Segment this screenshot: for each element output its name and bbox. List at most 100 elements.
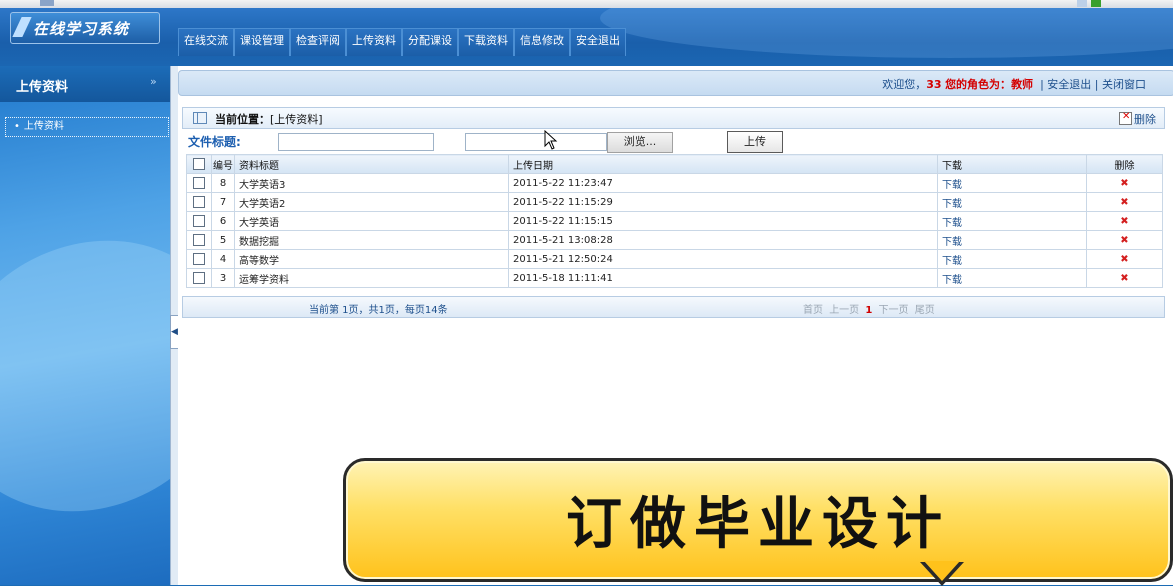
breadcrumb: 当前位置：[上传资料] 删除 [182,107,1165,129]
row-title: 大学英语 [234,211,509,231]
next-page-link[interactable]: 下一页 [879,305,909,316]
row-delete-icon[interactable]: ✖ [1086,192,1163,212]
select-all-cell [186,154,212,174]
bullet-icon: • [14,121,20,132]
table-row: 4 高等数学 2011-5-21 12:50:24 下载 ✖ [186,249,1163,269]
row-date: 2011-5-22 11:15:29 [508,192,938,212]
nav-item-course-design[interactable]: 课设管理 [234,28,290,56]
sidebar-decoration [0,188,170,564]
row-select-cell [186,173,212,193]
current-page: 1 [865,305,873,316]
nav-item-review[interactable]: 检查评阅 [290,28,346,56]
sidebar-item-upload[interactable]: • 上传资料 [5,117,169,137]
browse-button[interactable]: 浏览... [607,132,673,153]
first-page-link[interactable]: 首页 [803,305,823,316]
panel-icon [193,112,207,124]
nav-item-chat[interactable]: 在线交流 [178,28,234,56]
row-checkbox[interactable] [193,177,205,189]
row-delete-icon[interactable]: ✖ [1086,230,1163,250]
pagination-links: 首页 上一页 1 下一页 尾页 [803,301,938,316]
separator: | [1040,78,1044,91]
file-path-input[interactable] [465,133,607,151]
prev-page-link[interactable]: 上一页 [829,305,859,316]
materials-table: 编号 资料标题 上传日期 下载 删除 8 大学英语3 2011-5-22 11:… [186,154,1163,288]
close-window-link[interactable]: 关闭窗口 [1102,78,1146,91]
table-row: 3 运筹学资料 2011-5-18 11:11:41 下载 ✖ [186,268,1163,288]
logo-mark-icon [12,17,32,37]
welcome-text: 欢迎您，33 您的角色为：教师 | 安全退出 | 关闭窗口 [882,76,1146,92]
sidebar-title: 上传资料 [16,80,69,95]
row-checkbox[interactable] [193,234,205,246]
promo-banner-text: 订做毕业设计 [566,492,950,557]
col-delete: 删除 [1086,154,1163,174]
welcome-bar: 欢迎您，33 您的角色为：教师 | 安全退出 | 关闭窗口 [178,70,1173,96]
row-title: 高等数学 [234,249,509,269]
nav-item-download[interactable]: 下载资料 [458,28,514,56]
breadcrumb-path: [上传资料] [270,113,323,126]
table-row: 6 大学英语 2011-5-22 11:15:15 下载 ✖ [186,211,1163,231]
sidebar: 上传资料 » • 上传资料 [0,66,170,585]
row-delete-icon[interactable]: ✖ [1086,173,1163,193]
row-id: 5 [211,230,235,250]
nav-item-assign[interactable]: 分配课设 [402,28,458,56]
breadcrumb-text: 当前位置：[上传资料] [215,111,323,127]
file-title-input[interactable] [278,133,434,151]
user-name: 33 [926,78,942,91]
row-download-link[interactable]: 下载 [937,173,1087,193]
separator: | [1094,78,1099,91]
sidebar-header[interactable]: 上传资料 » [0,66,170,102]
row-date: 2011-5-21 12:50:24 [508,249,938,269]
app-logo: 在线学习系统 [10,12,160,44]
select-all-checkbox[interactable] [193,158,205,170]
row-download-link[interactable]: 下载 [937,249,1087,269]
upload-button[interactable]: 上传 [727,131,783,153]
sidebar-item-label: 上传资料 [23,121,64,132]
delete-selected-button[interactable]: 删除 [1119,111,1156,127]
row-id: 3 [211,268,235,288]
row-date: 2011-5-22 11:23:47 [508,173,938,193]
row-title: 运筹学资料 [234,268,509,288]
row-download-link[interactable]: 下载 [937,211,1087,231]
promo-banner: 订做毕业设计 [343,458,1173,582]
file-title-label: 文件标题: [188,135,241,149]
breadcrumb-label: 当前位置： [215,113,270,126]
logout-link[interactable]: 安全退出 [1047,78,1091,91]
col-date: 上传日期 [508,154,938,174]
row-delete-icon[interactable]: ✖ [1086,249,1163,269]
nav-item-upload[interactable]: 上传资料 [346,28,402,56]
col-title: 资料标题 [234,154,509,174]
row-date: 2011-5-18 11:11:41 [508,268,938,288]
row-title: 大学英语3 [234,173,509,193]
row-date: 2011-5-21 13:08:28 [508,230,938,250]
go-icon[interactable] [1091,0,1101,7]
banner-tail-fill [924,561,960,581]
nav-item-profile[interactable]: 信息修改 [514,28,570,56]
delete-icon [1119,111,1132,125]
header-swoosh-decoration [600,8,1173,58]
row-checkbox[interactable] [193,253,205,265]
row-checkbox[interactable] [193,215,205,227]
row-download-link[interactable]: 下载 [937,230,1087,250]
welcome-prefix: 欢迎您， [882,78,927,91]
row-checkbox[interactable] [193,272,205,284]
row-id: 7 [211,192,235,212]
row-select-cell [186,249,212,269]
user-role: 教师 [1011,78,1034,91]
col-id: 编号 [211,154,235,174]
table-header-row: 编号 资料标题 上传日期 下载 删除 [186,154,1163,174]
last-page-link[interactable]: 尾页 [915,305,935,316]
row-title: 数据挖掘 [234,230,509,250]
row-delete-icon[interactable]: ✖ [1086,211,1163,231]
row-select-cell [186,211,212,231]
row-download-link[interactable]: 下载 [937,268,1087,288]
row-checkbox[interactable] [193,196,205,208]
row-delete-icon[interactable]: ✖ [1086,268,1163,288]
chevron-down-icon[interactable]: » [150,75,157,88]
main-nav: 在线交流 课设管理 检查评阅 上传资料 分配课设 下载资料 信息修改 安全退出 [178,28,626,56]
row-select-cell [186,268,212,288]
pagination-info: 当前第 1页，共1页，每页14条 [309,305,448,316]
upload-form: 文件标题: 浏览... 上传 [182,129,1163,153]
col-download: 下载 [937,154,1087,174]
row-download-link[interactable]: 下载 [937,192,1087,212]
nav-item-logout[interactable]: 安全退出 [570,28,626,56]
